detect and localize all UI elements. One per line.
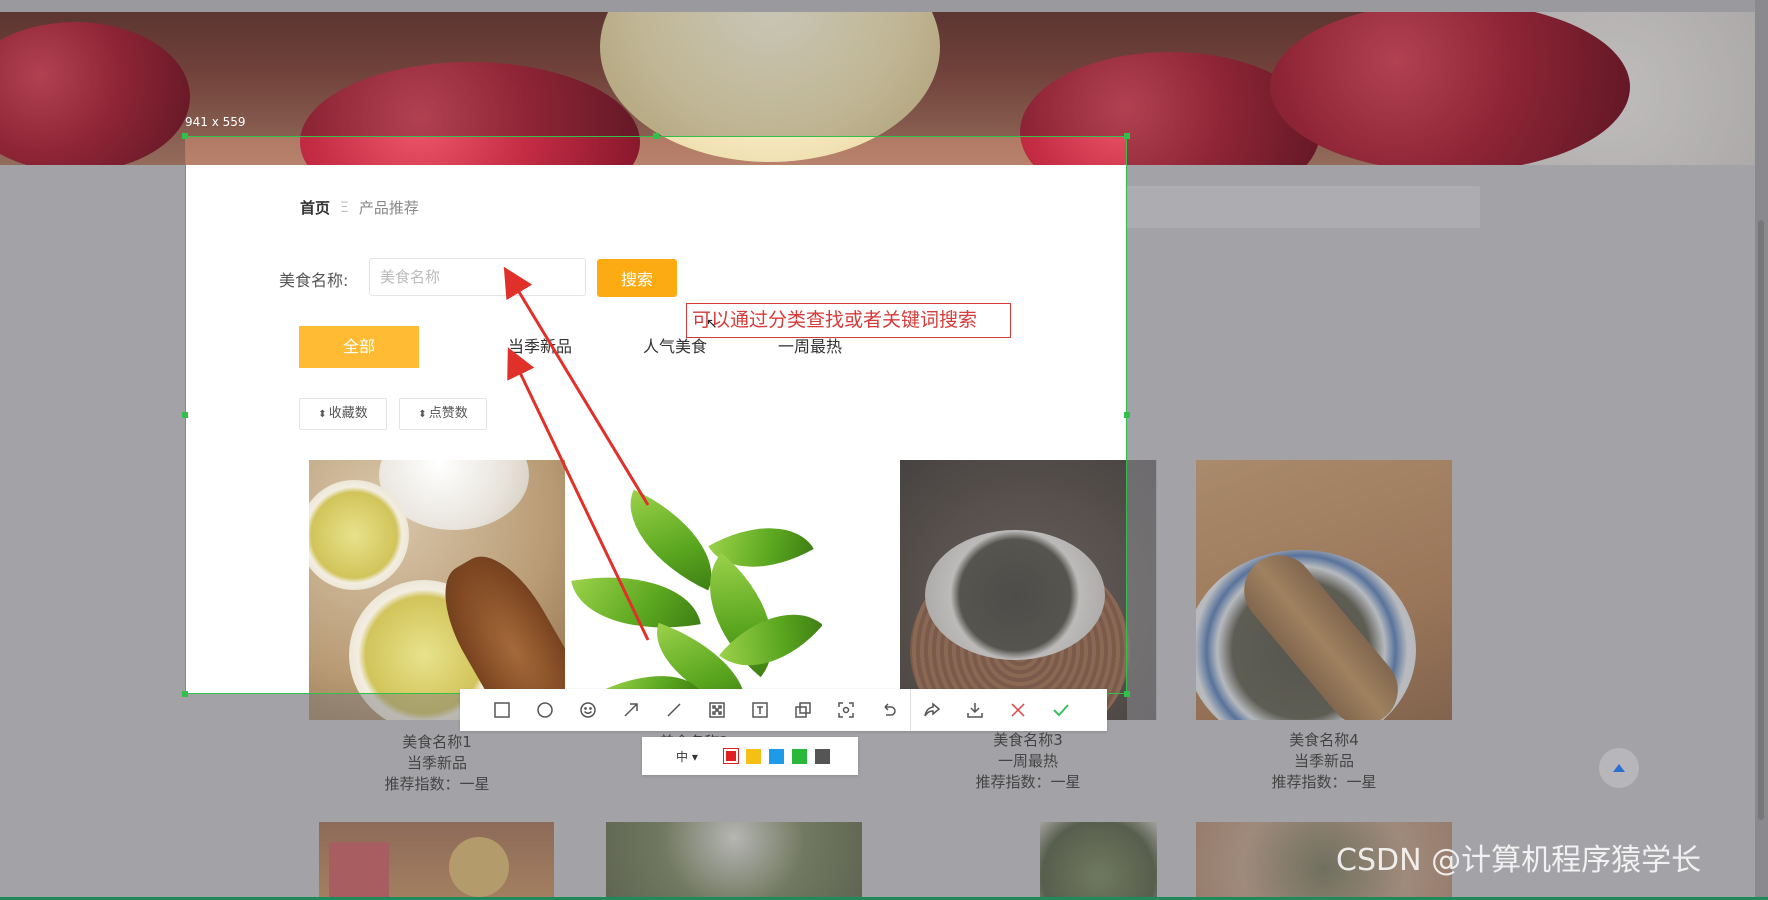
search-input[interactable] [369,258,586,296]
product-image[interactable] [1040,822,1157,900]
arrow-up-icon [1613,764,1625,772]
resize-handle[interactable] [182,133,188,139]
sort-icon: ⬍ [418,409,427,420]
breadcrumb-separator: Ξ [340,199,349,216]
annotation-textbox[interactable]: 可以通过分类查找或者关键词搜索 [686,303,1011,338]
watermark: CSDN @计算机程序猿学长 [1336,843,1702,878]
search-label: 美食名称: [279,271,349,290]
product-rating: 推荐指数：一星 [384,775,490,793]
resize-handle[interactable] [1124,412,1130,418]
undo-icon[interactable] [867,689,910,731]
ocr-tool-icon[interactable] [824,689,867,731]
screen: 941 x 559 首页 Ξ 产品推荐 美食名称: 搜索 全部 当季新品 人气美… [0,0,1768,900]
mouse-cursor-icon: ↖ [706,316,718,332]
emoji-tool-icon[interactable] [566,689,609,731]
download-icon[interactable] [953,689,996,731]
product-text: 美食名称1 当季新品 推荐指数：一星 [309,732,565,795]
product-image[interactable] [309,460,565,720]
dim-overlay [1127,460,1157,720]
ellipse-tool-icon[interactable] [523,689,566,731]
product-category: 一周最热 [997,752,1058,770]
stroke-size-select[interactable]: 中 ▾ [676,748,698,765]
confirm-check-icon[interactable] [1039,689,1082,731]
product-image[interactable] [606,822,862,900]
product-name: 美食名称3 [993,731,1063,749]
product-rating: 推荐指数：一星 [975,773,1081,791]
screenshot-toolbar [460,689,1107,731]
color-swatch-gray[interactable] [814,748,830,764]
close-icon[interactable] [996,689,1039,731]
breadcrumb-home[interactable]: 首页 [300,197,330,218]
selection-size-label: 941 x 559 [185,115,246,129]
arrow-tool-icon[interactable] [609,689,652,731]
product-image[interactable] [1196,460,1452,720]
product-card[interactable]: 美食名称4 当季新品 推荐指数：一星 [1196,460,1452,793]
product-card[interactable]: 美食名称3 一周最热 推荐指数：一星 [900,460,1156,793]
product-card[interactable] [309,460,565,720]
color-swatch-red[interactable] [722,748,739,764]
product-name: 美食名称1 [402,733,472,751]
product-card[interactable] [566,460,822,720]
color-palette: 中 ▾ [642,737,858,775]
dimmed-search-bar [1125,186,1480,228]
product-rating: 推荐指数：一星 [1271,773,1377,791]
breadcrumb: 首页 Ξ 产品推荐 [300,197,419,218]
selected-hero-slice [185,136,1127,165]
rectangle-tool-icon[interactable] [480,689,523,731]
product-image[interactable] [319,822,554,900]
category-new[interactable]: 当季新品 [485,326,595,368]
color-swatch-yellow[interactable] [745,748,761,764]
resize-handle[interactable] [653,133,659,139]
mosaic-tool-icon[interactable] [695,689,738,731]
product-name: 美食名称4 [1289,731,1359,749]
resize-handle[interactable] [182,691,188,697]
sticker-tool-icon[interactable] [781,689,824,731]
color-swatch-blue[interactable] [768,748,784,764]
breadcrumb-current: 产品推荐 [358,199,419,217]
resize-handle[interactable] [182,412,188,418]
resize-handle[interactable] [1124,133,1130,139]
pen-tool-icon[interactable] [652,689,695,731]
product-category: 当季新品 [406,754,467,772]
sort-icon: ⬍ [318,409,327,420]
sort-likes-label: 点赞数 [428,406,468,421]
sort-favorites-button[interactable]: ⬍ 收藏数 [299,398,387,430]
category-all[interactable]: 全部 [299,326,419,368]
resize-handle[interactable] [1124,691,1130,697]
color-swatch-green[interactable] [791,748,807,764]
sort-favorites-label: 收藏数 [328,406,368,421]
text-tool-icon[interactable] [738,689,781,731]
product-category: 当季新品 [1293,752,1354,770]
share-icon[interactable] [910,689,953,731]
sort-likes-button[interactable]: ⬍ 点赞数 [399,398,487,430]
page-scrollbar[interactable] [1755,0,1768,900]
back-to-top-button[interactable] [1599,748,1639,788]
product-image[interactable] [566,460,822,720]
product-image[interactable] [900,460,1156,720]
search-button[interactable]: 搜索 [597,259,677,297]
